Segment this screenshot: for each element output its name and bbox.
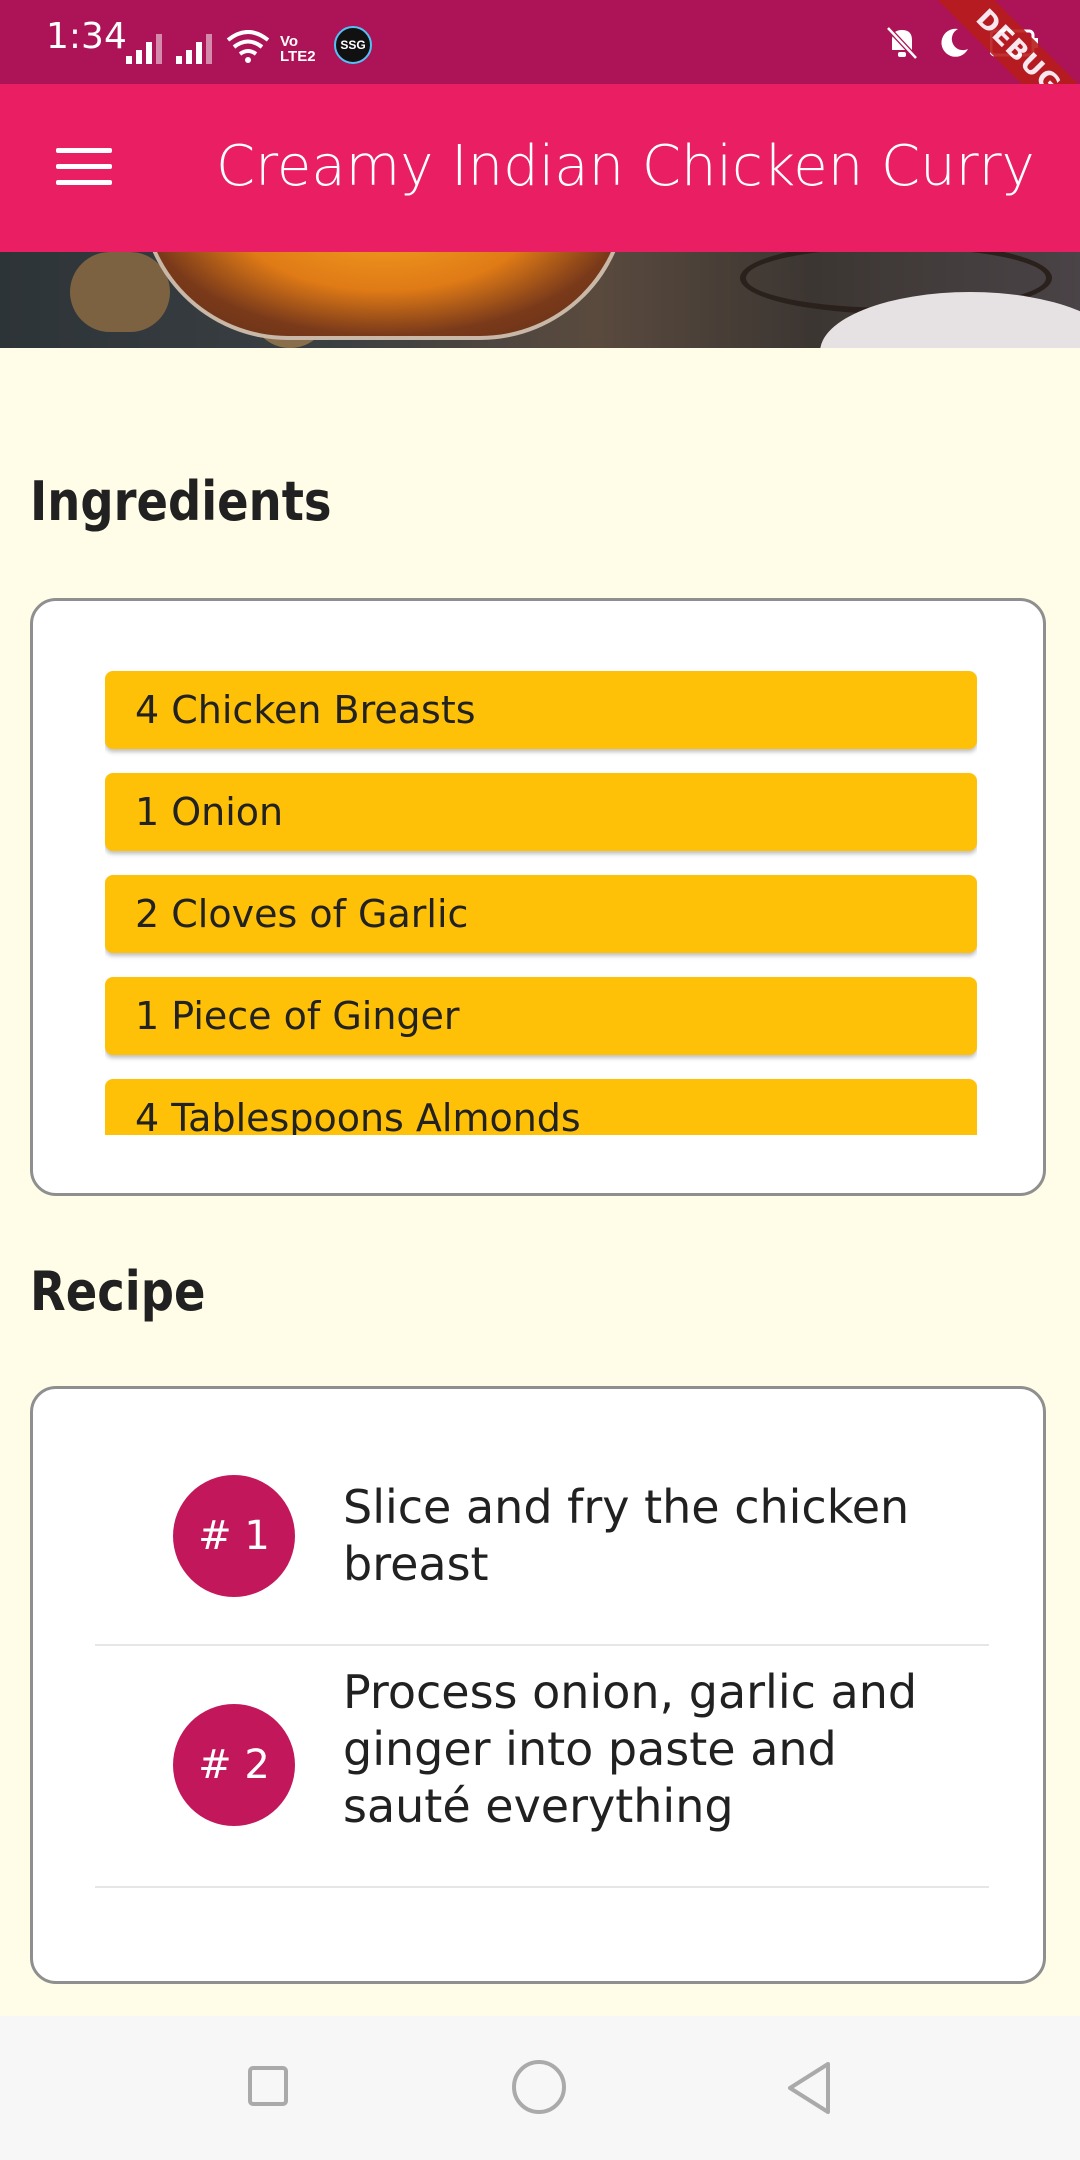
signal-2-icon bbox=[176, 34, 212, 64]
triangle-back-icon[interactable] bbox=[784, 2060, 834, 2116]
status-left-icons: Vo LTE2 SSG bbox=[126, 22, 372, 64]
ingredients-list[interactable]: 4 Chicken Breasts 1 Onion 2 Cloves of Ga… bbox=[105, 671, 977, 1135]
bell-off-icon bbox=[886, 26, 918, 60]
square-recents-icon[interactable] bbox=[248, 2066, 288, 2106]
app-bar: Creamy Indian Chicken Curry bbox=[0, 84, 1080, 252]
step-text: Process onion, garlic and ginger into pa… bbox=[343, 1665, 918, 1833]
ingredient-item[interactable]: 2 Cloves of Garlic bbox=[105, 875, 977, 953]
recipe-step[interactable]: # 1 Slice and fry the chicken breast bbox=[95, 1389, 989, 1646]
ingredient-item[interactable]: 1 Onion bbox=[105, 773, 977, 851]
status-bar: 1:34 Vo LTE2 SSG DEBUG bbox=[0, 0, 1080, 151]
ingredients-heading: Ingredients bbox=[30, 470, 332, 533]
step-number-badge: # 2 bbox=[173, 1704, 295, 1826]
page-title: Creamy Indian Chicken Curry bbox=[216, 134, 1035, 199]
volte-icon: Vo LTE2 bbox=[280, 33, 316, 65]
ingredient-item[interactable]: 1 Piece of Ginger bbox=[105, 977, 977, 1055]
status-time: 1:34 bbox=[46, 16, 127, 57]
circle-home-icon[interactable] bbox=[512, 2060, 566, 2114]
curry-dish-photo bbox=[0, 252, 1080, 348]
wifi-icon bbox=[226, 30, 270, 63]
ssg-badge-icon: SSG bbox=[334, 26, 372, 64]
signal-1-icon bbox=[126, 34, 162, 64]
recipe-step[interactable]: # 2 Process onion, garlic and ginger int… bbox=[95, 1646, 989, 1888]
ingredients-card: 4 Chicken Breasts 1 Onion 2 Cloves of Ga… bbox=[30, 598, 1046, 1196]
ingredient-item[interactable]: 4 Tablespoons Almonds bbox=[105, 1079, 977, 1135]
moon-icon bbox=[941, 28, 968, 57]
hamburger-menu-icon[interactable] bbox=[56, 148, 112, 188]
system-nav-bar bbox=[0, 2016, 1080, 2160]
ingredient-item[interactable]: 4 Chicken Breasts bbox=[105, 671, 977, 749]
recipe-heading: Recipe bbox=[30, 1260, 206, 1323]
recipe-card: # 1 Slice and fry the chicken breast # 2… bbox=[30, 1386, 1046, 1984]
step-number-badge: # 1 bbox=[173, 1475, 295, 1597]
step-text: Slice and fry the chicken breast bbox=[343, 1480, 910, 1591]
